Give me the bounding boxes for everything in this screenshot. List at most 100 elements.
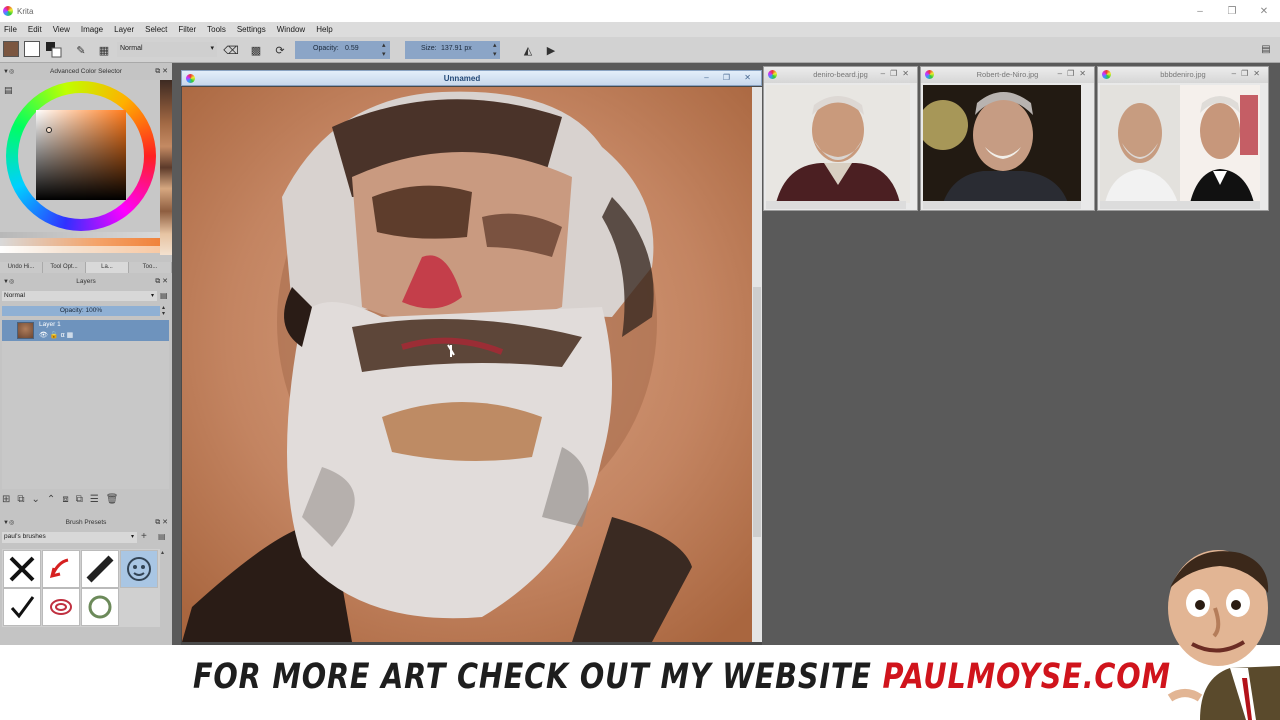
color-ramp-orange[interactable] xyxy=(0,238,160,246)
preset-red-brush[interactable] xyxy=(42,550,80,588)
merge-layer-icon[interactable]: ⧉ xyxy=(76,494,83,505)
menu-image[interactable]: Image xyxy=(81,25,103,34)
canvas-window-buttons-icon[interactable]: – ❐ ✕ xyxy=(704,73,757,82)
canvas-window-header: Unnamed – ❐ ✕ xyxy=(181,70,762,86)
reference-window-header: Robert-de-Niro.jpg –❐✕ xyxy=(921,67,1094,83)
preset-face-brush[interactable] xyxy=(120,550,158,588)
preset-tag-select[interactable]: paul's brushes ▾ xyxy=(2,532,137,543)
promo-banner: FOR MORE ART CHECK OUT MY WEBSITE PAULMO… xyxy=(0,645,1280,720)
reference-scrollbar[interactable] xyxy=(766,201,906,209)
add-tag-icon[interactable]: + xyxy=(141,531,147,542)
color-selector-title: Advanced Color Selector xyxy=(50,68,122,75)
menu-bar: File Edit View Image Layer Select Filter… xyxy=(0,22,1280,37)
tab-undo-history[interactable]: Undo Hi... xyxy=(0,262,43,273)
chevron-down-icon: ▾ xyxy=(150,293,154,299)
pen-pressure-icon[interactable]: ✎ xyxy=(73,42,89,58)
move-down-icon[interactable]: ⌄ xyxy=(32,494,40,505)
minimize-button[interactable]: – xyxy=(1184,0,1216,22)
painting-canvas[interactable] xyxy=(182,87,752,642)
eraser-icon[interactable]: ⌫ xyxy=(223,42,239,58)
docker-tabs: Undo Hi... Tool Opt... La... Too... xyxy=(0,262,172,273)
menu-select[interactable]: Select xyxy=(145,25,167,34)
docker-float-close-icon[interactable]: ⧉ ✕ xyxy=(155,277,168,286)
opacity-slider[interactable]: Opacity: 0.59 xyxy=(295,41,390,59)
pattern-icon[interactable]: ▦ xyxy=(96,42,112,58)
layer-properties-icon[interactable]: ⧈ xyxy=(62,494,68,505)
layers-title: Layers xyxy=(76,278,96,285)
add-layer-icon[interactable]: ⊞ xyxy=(2,494,10,505)
reference-scrollbar[interactable] xyxy=(923,201,1081,209)
docker-float-close-icon[interactable]: ⧉ ✕ xyxy=(155,518,168,527)
layer-opacity-slider[interactable]: Opacity: 100% xyxy=(2,306,160,316)
layer-opacity-stepper-icon[interactable]: ▴ ▾ xyxy=(162,305,165,317)
delete-layer-icon[interactable]: 🗑 xyxy=(106,494,119,505)
saturation-value-square[interactable] xyxy=(36,110,126,200)
menu-tools[interactable]: Tools xyxy=(207,25,226,34)
menu-help[interactable]: Help xyxy=(316,25,332,34)
tag-menu-icon[interactable]: ▤ xyxy=(158,532,166,541)
scrollbar-thumb[interactable] xyxy=(753,287,761,537)
layer-list xyxy=(2,341,169,489)
blend-mode-select[interactable]: Normal ▾ xyxy=(117,42,217,57)
preset-scroll-icon[interactable]: ▴ xyxy=(161,549,164,556)
size-value: 137.91 px xyxy=(441,45,472,52)
layer-visibility-lock-icons[interactable]: 👁🔒α▦ xyxy=(39,331,75,339)
opacity-stepper-icon[interactable]: ▴ ▾ xyxy=(382,41,392,59)
reference-scrollbar[interactable] xyxy=(1100,201,1260,209)
canvas-title: Unnamed xyxy=(443,74,481,83)
layers-header: ▼◎ Layers ⧉ ✕ xyxy=(0,276,172,288)
reference-window-buttons-icon[interactable]: –❐✕ xyxy=(1232,69,1265,78)
tab-tool-options[interactable]: Tool Opt... xyxy=(43,262,86,273)
reload-preset-icon[interactable]: ⟳ xyxy=(272,42,288,58)
canvas-vertical-scrollbar[interactable] xyxy=(752,87,762,642)
close-button[interactable]: ✕ xyxy=(1248,0,1280,22)
preset-check-brush[interactable] xyxy=(3,588,41,626)
move-up-icon[interactable]: ⌃ xyxy=(47,494,55,505)
layer-row[interactable]: Layer 1 👁🔒α▦ xyxy=(2,320,169,341)
menu-edit[interactable]: Edit xyxy=(28,25,42,34)
preset-scribble-brush[interactable] xyxy=(42,588,80,626)
preset-tag-value: paul's brushes xyxy=(4,533,46,540)
reference-window-header: deniro-beard.jpg –❐✕ xyxy=(764,67,917,83)
docker-float-close-icon[interactable]: ⧉ ✕ xyxy=(155,67,168,76)
tab-layers[interactable]: La... xyxy=(86,262,129,273)
banner-website[interactable]: PAULMOYSE.COM xyxy=(882,657,1170,697)
color-settings-icon[interactable]: ▤ xyxy=(4,85,13,96)
preset-charcoal-brush[interactable] xyxy=(81,550,119,588)
mirror-vertical-icon[interactable]: ▶ xyxy=(543,42,559,58)
menu-view[interactable]: View xyxy=(53,25,70,34)
layer-thumbnail xyxy=(17,322,34,339)
color-history-strip[interactable] xyxy=(160,80,172,255)
color-picker-handle[interactable] xyxy=(46,127,52,133)
preset-x-brush[interactable] xyxy=(3,550,41,588)
menu-filter[interactable]: Filter xyxy=(178,25,196,34)
brush-presets-header: ▼◎ Brush Presets ⧉ ✕ xyxy=(0,517,172,529)
swap-colors-icon[interactable] xyxy=(45,41,63,59)
color-ramp-light[interactable] xyxy=(0,246,160,253)
layer-menu-icon[interactable]: ☰ xyxy=(90,494,99,505)
menu-file[interactable]: File xyxy=(4,25,17,34)
size-stepper-icon[interactable]: ▴ ▾ xyxy=(493,41,503,59)
layer-filter-icon[interactable]: ▤ xyxy=(160,291,168,300)
brush-presets-title: Brush Presets xyxy=(65,519,107,526)
maximize-button[interactable]: ❐ xyxy=(1216,0,1248,22)
duplicate-layer-icon[interactable]: ⧉ xyxy=(17,494,24,505)
menu-settings[interactable]: Settings xyxy=(237,25,266,34)
layer-blend-select[interactable]: Normal ▾ xyxy=(2,291,157,301)
preset-ring-brush[interactable] xyxy=(81,588,119,626)
mirror-horizontal-icon[interactable]: ◭ xyxy=(520,42,536,58)
reference-window-buttons-icon[interactable]: –❐✕ xyxy=(881,69,914,78)
reference-window-1: deniro-beard.jpg –❐✕ xyxy=(763,66,918,211)
docker-toggle-icon[interactable]: ▤ xyxy=(1258,41,1274,57)
tab-toolbox[interactable]: Too... xyxy=(129,262,172,273)
menu-layer[interactable]: Layer xyxy=(114,25,134,34)
opacity-label: Opacity: xyxy=(313,45,339,52)
size-slider[interactable]: Size: 137.91 px xyxy=(405,41,500,59)
foreground-color-swatch[interactable] xyxy=(24,41,40,57)
reference-window-buttons-icon[interactable]: –❐✕ xyxy=(1058,69,1091,78)
menu-window[interactable]: Window xyxy=(277,25,305,34)
reference-window-header: bbbdeniro.jpg –❐✕ xyxy=(1098,67,1268,83)
preserve-alpha-icon[interactable]: ▩ xyxy=(248,42,264,58)
brush-preset-swatch[interactable] xyxy=(3,41,19,57)
reference-photo-3 xyxy=(1100,85,1260,203)
